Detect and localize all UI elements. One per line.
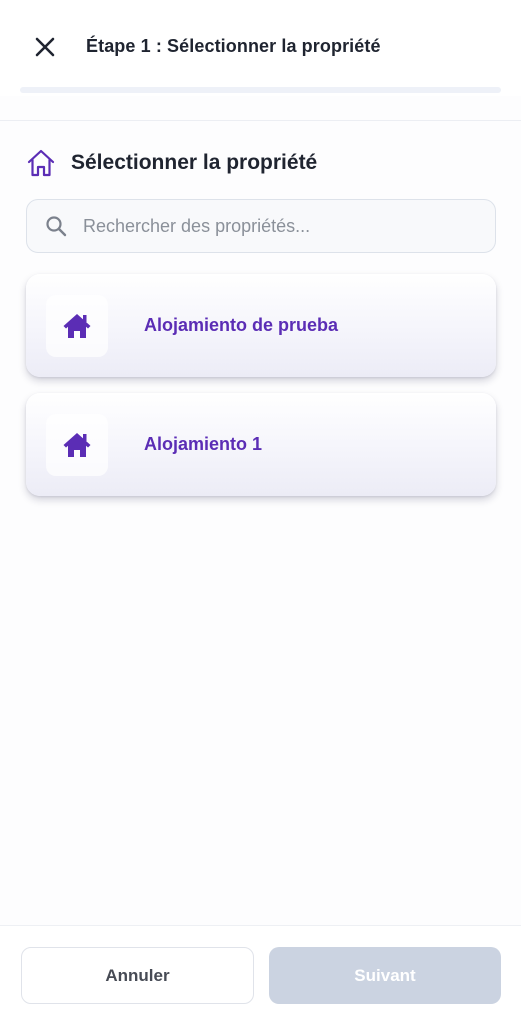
select-property-screen: Étape 1 : Sélectionner la propriété Séle… <box>0 0 521 1024</box>
close-icon <box>35 37 55 57</box>
page-title: Étape 1 : Sélectionner la propriété <box>86 36 381 56</box>
card-icon-container <box>46 294 108 357</box>
house-icon <box>63 313 91 338</box>
property-card-alojamiento-de-prueba[interactable]: Alojamiento de prueba <box>26 274 496 377</box>
step-progress-bar <box>20 87 501 93</box>
header-divider <box>0 120 521 121</box>
cancel-button[interactable]: Annuler <box>21 947 254 1004</box>
next-button[interactable]: Suivant <box>269 947 501 1004</box>
house-outline-icon <box>27 149 55 177</box>
section-title: Sélectionner la propriété <box>71 151 318 174</box>
close-button[interactable] <box>28 30 62 64</box>
search-box <box>26 199 496 253</box>
property-name: Alojamiento de prueba <box>144 315 339 335</box>
property-card-alojamiento-1[interactable]: Alojamiento 1 <box>26 393 496 496</box>
header: Étape 1 : Sélectionner la propriété <box>0 0 521 96</box>
search-icon <box>46 216 67 237</box>
search-input[interactable] <box>83 200 495 252</box>
card-icon-container <box>46 413 108 476</box>
house-icon <box>63 432 91 457</box>
property-name: Alojamiento 1 <box>144 434 263 454</box>
